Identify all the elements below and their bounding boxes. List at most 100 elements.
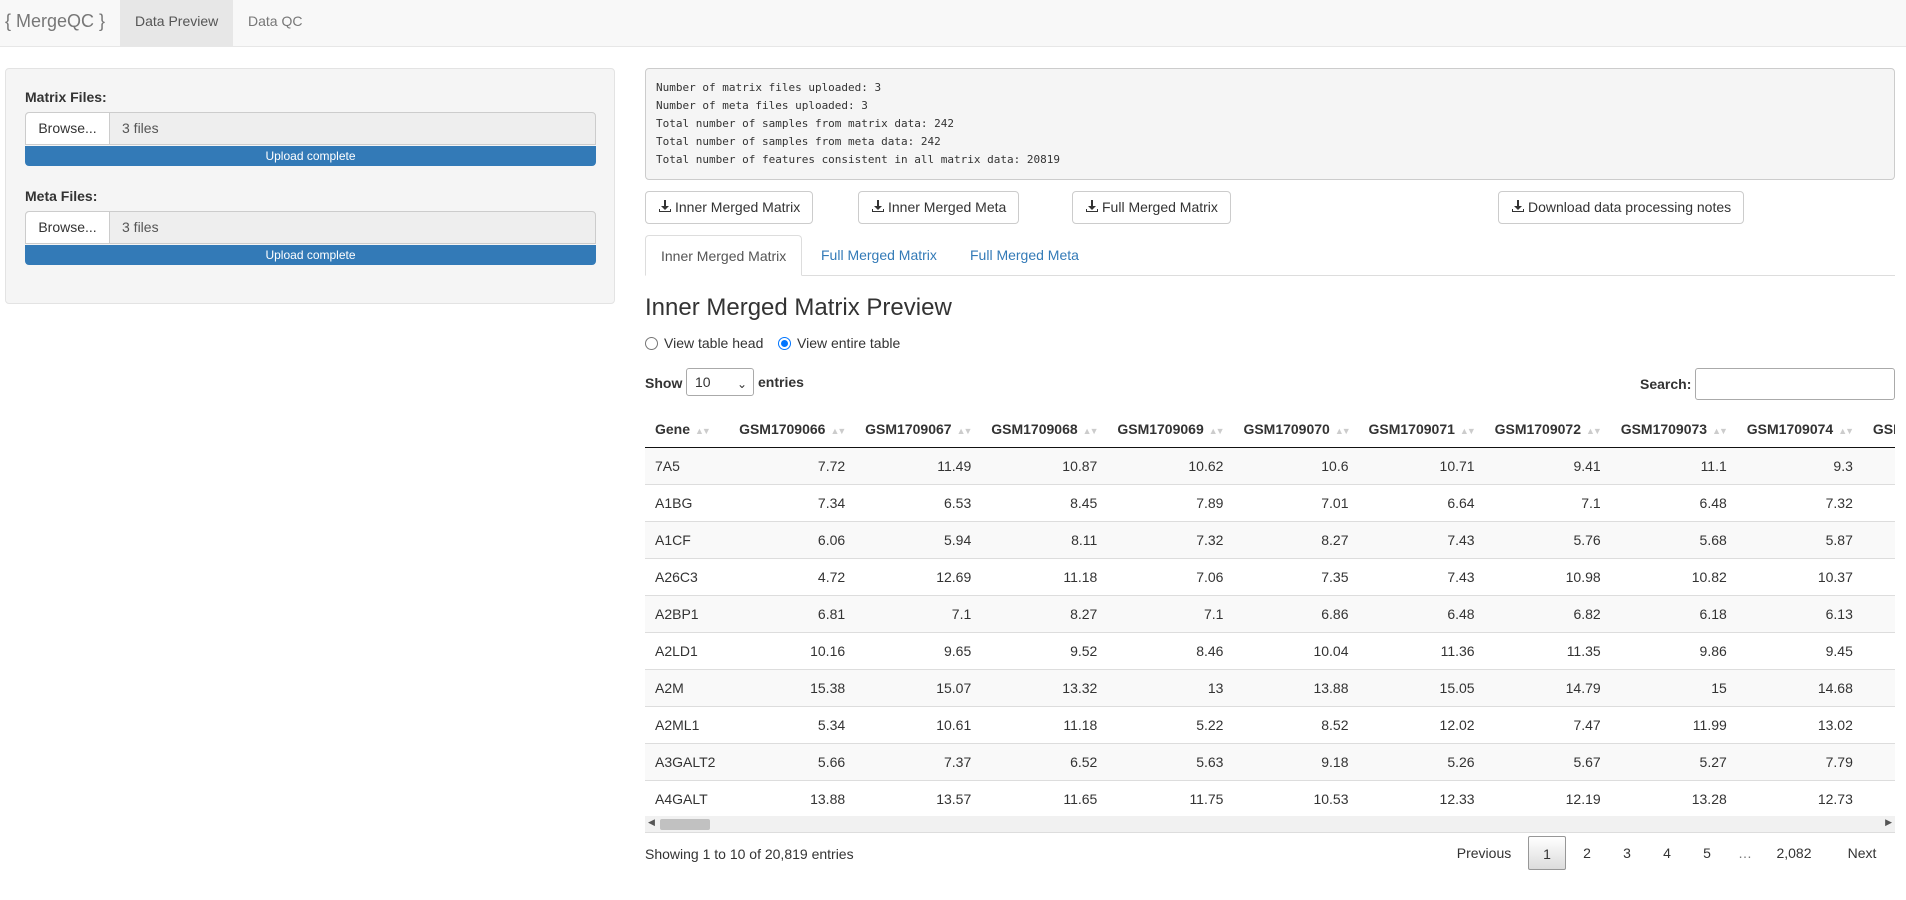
pagination-page[interactable]: 5 [1690, 836, 1724, 870]
value-cell: 7.32 [1107, 520, 1234, 558]
value-cell: 10.53 [1233, 779, 1359, 817]
value-cell: 7.47 [1484, 705, 1611, 743]
gene-cell: A1BG [645, 483, 730, 521]
pagination-page[interactable]: 2,082 [1764, 836, 1824, 870]
download-inner-matrix-label: Inner Merged Matrix [675, 199, 801, 215]
pagination-page[interactable]: 2 [1570, 836, 1604, 870]
value-cell: 15 [1610, 668, 1737, 706]
summary-output: Number of matrix files uploaded: 3 Numbe… [645, 68, 1895, 180]
gene-cell: A3GALT2 [645, 742, 730, 780]
radio-view-head[interactable]: View table head [645, 335, 763, 353]
page-size-select[interactable]: 10 ⌄ [686, 368, 754, 396]
value-cell: 10.71 [1358, 446, 1485, 484]
value-cell: 7.32 [1736, 483, 1863, 521]
column-header[interactable]: GSM1709071 ▲▼ [1358, 411, 1485, 448]
tab-full-merged-meta[interactable]: Full Merged Meta [955, 235, 1094, 276]
radio-button[interactable] [645, 337, 658, 350]
column-header[interactable]: GSM1709069 ▲▼ [1107, 411, 1234, 448]
pagination-page[interactable]: 4 [1650, 836, 1684, 870]
data-table-container: Gene ▲▼ GSM1709066 ▲▼ GSM1709067 ▲▼ GSM1709… [645, 411, 1895, 824]
value-cell: 15.07 [855, 668, 982, 706]
page-size-value: 10 [695, 374, 711, 390]
value-cell: 6.06 [729, 520, 856, 558]
pagination-page[interactable]: 3 [1610, 836, 1644, 870]
download-inner-meta-label: Inner Merged Meta [888, 199, 1007, 215]
value-cell: 7.1 [1107, 594, 1234, 632]
radio-view-entire[interactable]: View entire table [778, 335, 900, 353]
gene-cell: A2ML1 [645, 705, 730, 743]
matrix-file-input[interactable]: Browse... 3 files [25, 112, 596, 145]
radio-button-checked[interactable] [778, 337, 791, 350]
column-header[interactable]: GSM1709072 ▲▼ [1484, 411, 1611, 448]
download-inner-meta-button[interactable]: Inner Merged Meta [858, 191, 1020, 224]
value-cell: 11.49 [855, 446, 982, 484]
column-header[interactable]: GSM1709074 ▲▼ [1736, 411, 1863, 448]
value-cell: 9.45 [1736, 631, 1863, 669]
gene-cell: A2M [645, 668, 730, 706]
sort-icon: ▲▼ [1208, 425, 1225, 436]
value-cell [1862, 446, 1895, 484]
table-row: A1CF 6.06 5.94 8.11 7.32 8.27 7.43 5.76 5.68 5.87 [645, 520, 1895, 558]
tab-full-merged-matrix[interactable]: Full Merged Matrix [806, 235, 952, 276]
value-cell: 11.1 [1610, 446, 1737, 484]
value-cell: 5.68 [1610, 520, 1737, 558]
value-cell: 7.1 [855, 594, 982, 632]
column-header[interactable]: GSM1709070 ▲▼ [1233, 411, 1359, 448]
tab-inner-merged-matrix[interactable]: Inner Merged Matrix [645, 235, 803, 276]
download-inner-matrix-button[interactable]: Inner Merged Matrix [645, 191, 814, 224]
nav-tab-data-qc[interactable]: Data QC [233, 0, 317, 46]
value-cell: 9.3 [1736, 446, 1863, 484]
summary-line: Number of meta files uploaded: 3 [656, 99, 868, 112]
pagination-previous[interactable]: Previous [1444, 836, 1524, 870]
sort-icon: ▲▼ [1586, 425, 1602, 436]
chevron-down-icon: ⌄ [736, 377, 747, 391]
value-cell: 6.82 [1484, 594, 1611, 632]
pagination-page-current[interactable]: 1 [1528, 836, 1566, 870]
column-header[interactable]: GSM1709073 ▲▼ [1610, 411, 1737, 448]
meta-file-input[interactable]: Browse... 3 files [25, 211, 596, 244]
matrix-browse-button[interactable]: Browse... [26, 113, 110, 144]
value-cell: 10.61 [855, 705, 982, 743]
value-cell: 10.37 [1736, 557, 1863, 595]
meta-browse-button[interactable]: Browse... [26, 212, 110, 243]
table-row: A2LD1 10.16 9.65 9.52 8.46 10.04 11.36 11.35 9.8… [645, 631, 1895, 669]
download-notes-label: Download data processing notes [1528, 199, 1732, 215]
scrollbar-thumb[interactable] [660, 819, 710, 830]
download-icon [659, 200, 671, 212]
table-info: Showing 1 to 10 of 20,819 entries [645, 846, 854, 862]
value-cell: 8.11 [981, 520, 1108, 558]
value-cell: 10.98 [1484, 557, 1611, 595]
scroll-right-icon[interactable]: ▶ [1885, 817, 1892, 828]
download-notes-button[interactable]: Download data processing notes [1498, 191, 1745, 224]
value-cell: 8.52 [1233, 705, 1359, 743]
column-header[interactable]: GSM1709067 ▲▼ [855, 411, 982, 448]
download-full-matrix-button[interactable]: Full Merged Matrix [1072, 191, 1231, 224]
table-row: A2M 15.38 15.07 13.32 13 13.88 15.05 14.79 15 14.… [645, 668, 1895, 706]
value-cell: 7.1 [1484, 483, 1611, 521]
nav-tab-data-preview[interactable]: Data Preview [120, 0, 234, 46]
value-cell: 6.86 [1233, 594, 1359, 632]
value-cell: 12.33 [1358, 779, 1485, 817]
scroll-left-icon[interactable]: ◀ [648, 817, 655, 828]
sort-icon: ▲▼ [1712, 425, 1728, 436]
value-cell: 8.27 [981, 594, 1108, 632]
radio-view-head-label: View table head [664, 335, 764, 351]
navbar: { MergeQC } Data Preview Data QC [0, 0, 1906, 47]
sort-icon: ▲▼ [956, 425, 973, 436]
pagination-next[interactable]: Next [1832, 836, 1892, 870]
value-cell: 5.63 [1107, 742, 1234, 780]
value-cell [1862, 668, 1895, 706]
value-cell: 10.04 [1233, 631, 1359, 669]
table-row: A2ML1 5.34 10.61 11.18 5.22 8.52 12.02 7.47 11.9… [645, 705, 1895, 743]
column-header[interactable]: GSM1709066 ▲▼ [729, 411, 856, 448]
search-input[interactable] [1695, 368, 1895, 400]
meta-files-label: Meta Files: [25, 188, 98, 204]
column-header[interactable]: GSM1709075▲▼ [1862, 411, 1895, 448]
column-header[interactable]: GSM1709068 ▲▼ [981, 411, 1108, 448]
column-header[interactable]: Gene ▲▼ [645, 411, 730, 448]
app-brand[interactable]: { MergeQC } [5, 11, 105, 32]
value-cell: 8.46 [1107, 631, 1234, 669]
horizontal-scrollbar[interactable]: ◀ ▶ [645, 816, 1895, 833]
value-cell: 5.34 [729, 705, 856, 743]
table-header-row: Gene ▲▼ GSM1709066 ▲▼ GSM1709067 ▲▼ GSM1709… [645, 411, 1895, 448]
